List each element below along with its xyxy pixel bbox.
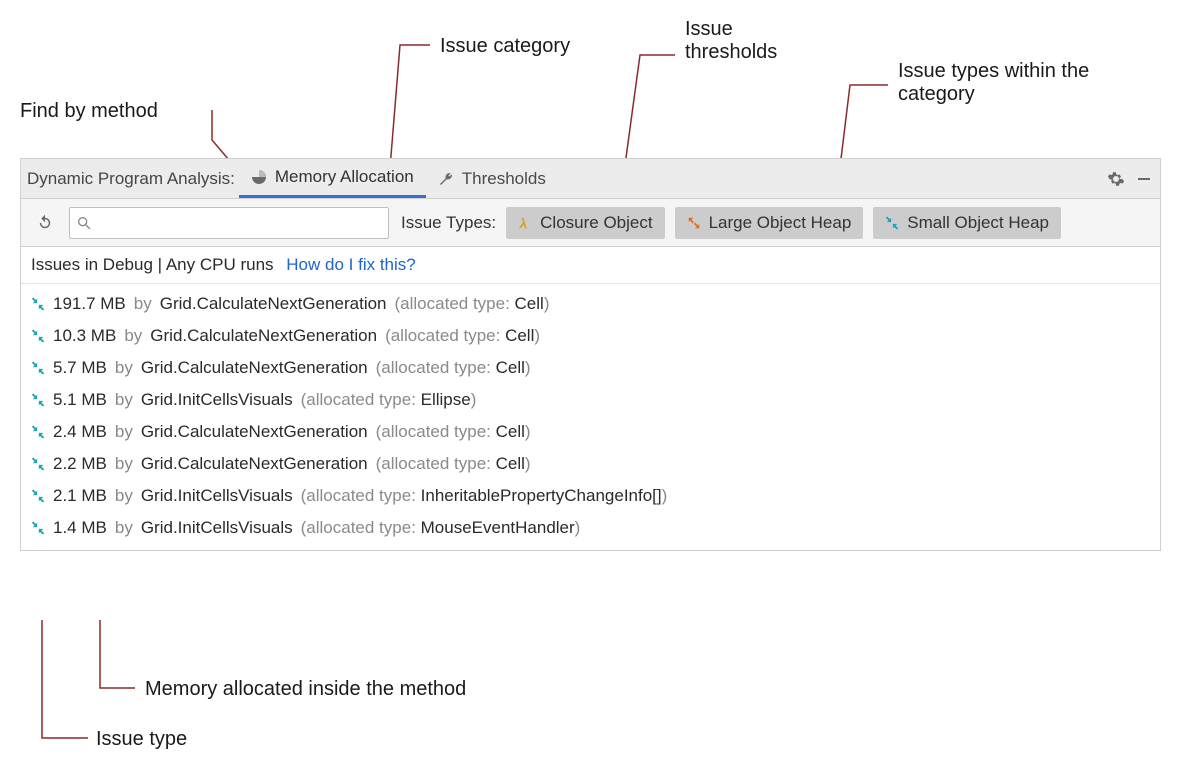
annotation-issue-type: Issue type [96,728,187,751]
issue-size: 5.1 MB [53,390,107,410]
issue-method: Grid.CalculateNextGeneration [141,358,368,378]
lambda-icon [518,216,532,230]
chip-label: Large Object Heap [709,213,852,233]
issue-method: Grid.InitCellsVisuals [141,518,293,538]
tabs-bar: Dynamic Program Analysis: Memory Allocat… [21,159,1160,199]
issue-method: Grid.InitCellsVisuals [141,486,293,506]
issue-by: by [134,294,152,314]
issue-row[interactable]: 10.3 MB by Grid.CalculateNextGeneration (a… [21,320,1160,352]
issue-by: by [115,518,133,538]
issues-header-text: Issues in Debug | Any CPU runs [31,255,274,274]
chip-small-object-heap[interactable]: Small Object Heap [873,207,1061,239]
issue-allocated-type: (allocated type: Ellipse) [301,390,477,410]
refresh-button[interactable] [31,209,59,237]
tab-label: Memory Allocation [275,167,414,187]
issue-allocated-type: (allocated type: Cell) [395,294,550,314]
soh-icon [31,297,45,311]
issue-row[interactable]: 1.4 MB by Grid.InitCellsVisuals (allocated… [21,512,1160,544]
annotation-memory-allocated: Memory allocated inside the method [145,678,466,701]
collapse-icon [885,216,899,230]
issues-list: 191.7 MB by Grid.CalculateNextGeneration (… [21,284,1160,550]
dpa-panel: Dynamic Program Analysis: Memory Allocat… [20,158,1161,551]
chip-large-object-heap[interactable]: Large Object Heap [675,207,864,239]
gear-icon [1107,170,1125,188]
issue-by: by [115,358,133,378]
search-input[interactable] [96,213,382,232]
issue-by: by [124,326,142,346]
panel-title: Dynamic Program Analysis: [27,169,239,189]
issue-allocated-type: (allocated type: Cell) [376,422,531,442]
tab-label: Thresholds [462,169,546,189]
issue-size: 2.4 MB [53,422,107,442]
soh-icon [31,425,45,439]
issue-row[interactable]: 5.7 MB by Grid.CalculateNextGeneration (al… [21,352,1160,384]
soh-icon [31,489,45,503]
refresh-icon [36,214,54,232]
issue-size: 1.4 MB [53,518,107,538]
issue-method: Grid.InitCellsVisuals [141,390,293,410]
soh-icon [31,521,45,535]
issues-header: Issues in Debug | Any CPU runs How do I … [21,247,1160,284]
issue-by: by [115,454,133,474]
tab-thresholds[interactable]: Thresholds [426,159,558,198]
issue-row[interactable]: 191.7 MB by Grid.CalculateNextGeneration (… [21,288,1160,320]
issue-allocated-type: (allocated type: Cell) [376,358,531,378]
annotation-issue-category: Issue category [440,35,570,58]
soh-icon [31,361,45,375]
chip-label: Small Object Heap [907,213,1049,233]
issue-size: 2.1 MB [53,486,107,506]
issue-method: Grid.CalculateNextGeneration [160,294,387,314]
annotation-issue-types-within: Issue types within the category [898,60,1098,106]
minimize-button[interactable] [1130,165,1158,193]
issue-allocated-type: (allocated type: Cell) [376,454,531,474]
issue-by: by [115,486,133,506]
issue-row[interactable]: 5.1 MB by Grid.InitCellsVisuals (allocated… [21,384,1160,416]
annotation-find-by-method: Find by method [20,100,158,123]
issue-method: Grid.CalculateNextGeneration [141,454,368,474]
tab-memory-allocation[interactable]: Memory Allocation [239,159,426,198]
issue-size: 191.7 MB [53,294,126,314]
wrench-icon [438,171,454,187]
issue-allocated-type: (allocated type: MouseEventHandler) [301,518,581,538]
issue-size: 10.3 MB [53,326,116,346]
issue-row[interactable]: 2.1 MB by Grid.InitCellsVisuals (allocated… [21,480,1160,512]
issue-size: 2.2 MB [53,454,107,474]
issue-types-label: Issue Types: [401,213,496,233]
issue-size: 5.7 MB [53,358,107,378]
issue-method: Grid.CalculateNextGeneration [150,326,377,346]
search-icon [76,215,92,231]
minimize-icon [1136,171,1152,187]
settings-button[interactable] [1102,165,1130,193]
soh-icon [31,393,45,407]
issue-by: by [115,422,133,442]
filter-row: Issue Types: Closure Object Large Object… [21,199,1160,247]
expand-icon [687,216,701,230]
annotation-issue-thresholds: Issue thresholds [685,18,805,64]
issue-method: Grid.CalculateNextGeneration [141,422,368,442]
issue-allocated-type: (allocated type: InheritablePropertyChan… [301,486,668,506]
help-link[interactable]: How do I fix this? [286,255,415,274]
chip-closure-object[interactable]: Closure Object [506,207,664,239]
search-box[interactable] [69,207,389,239]
issue-by: by [115,390,133,410]
soh-icon [31,457,45,471]
chip-label: Closure Object [540,213,652,233]
soh-icon [31,329,45,343]
issue-row[interactable]: 2.4 MB by Grid.CalculateNextGeneration (al… [21,416,1160,448]
issue-allocated-type: (allocated type: Cell) [385,326,540,346]
issue-row[interactable]: 2.2 MB by Grid.CalculateNextGeneration (al… [21,448,1160,480]
pie-icon [251,169,267,185]
